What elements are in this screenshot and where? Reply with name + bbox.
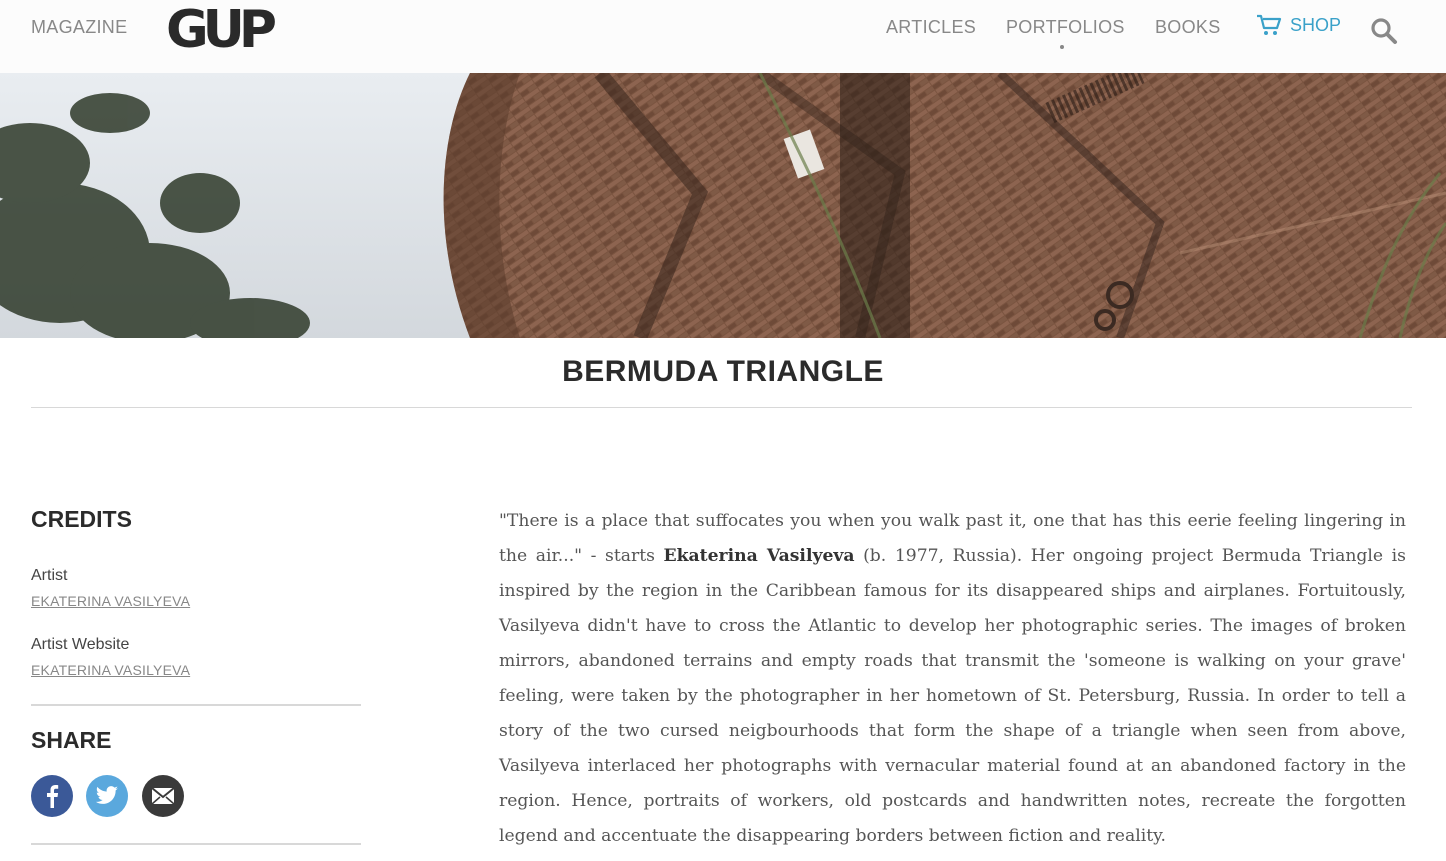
article-body: "There is a place that suffocates you wh… xyxy=(499,504,1406,854)
nav-magazine[interactable]: MAGAZINE xyxy=(31,17,127,38)
nav-portfolios[interactable]: PORTFOLIOS xyxy=(1006,17,1125,38)
share-facebook-button[interactable] xyxy=(31,775,73,817)
hero-photo xyxy=(0,73,1446,338)
credit-link-artist[interactable]: EKATERINA VASILYEVA xyxy=(31,593,190,609)
email-icon xyxy=(151,787,175,805)
share-divider xyxy=(31,843,361,845)
article-body-rest: (b. 1977, Russia). Her ongoing project B… xyxy=(499,546,1406,846)
credit-link-artist-website[interactable]: EKATERINA VASILYEVA xyxy=(31,662,190,678)
share-twitter-button[interactable] xyxy=(86,775,128,817)
sidebar-divider xyxy=(31,704,361,706)
credits-heading: CREDITS xyxy=(31,506,132,532)
page-title: BERMUDA TRIANGLE xyxy=(562,355,884,388)
nav-shop-label: SHOP xyxy=(1290,14,1342,35)
active-indicator-dot xyxy=(1060,45,1064,49)
search-icon[interactable] xyxy=(1370,17,1398,45)
nav-shop[interactable]: SHOP xyxy=(1256,14,1341,36)
credit-label-artist: Artist xyxy=(31,567,68,584)
share-heading: SHARE xyxy=(31,727,112,753)
site-header: MAGAZINE GUP ARTICLES PORTFOLIOS BOOKS S… xyxy=(0,0,1446,73)
facebook-icon xyxy=(47,785,59,808)
cart-icon xyxy=(1257,14,1282,35)
credit-label-artist-website: Artist Website xyxy=(31,636,130,653)
gup-logo[interactable]: GUP xyxy=(166,0,277,60)
title-divider xyxy=(31,407,1412,408)
hero-image xyxy=(0,73,1446,338)
twitter-icon xyxy=(95,786,118,804)
artist-name: Ekaterina Vasilyeva xyxy=(663,546,855,566)
nav-books[interactable]: BOOKS xyxy=(1155,17,1221,38)
nav-articles[interactable]: ARTICLES xyxy=(886,17,976,38)
share-email-button[interactable] xyxy=(142,775,184,817)
